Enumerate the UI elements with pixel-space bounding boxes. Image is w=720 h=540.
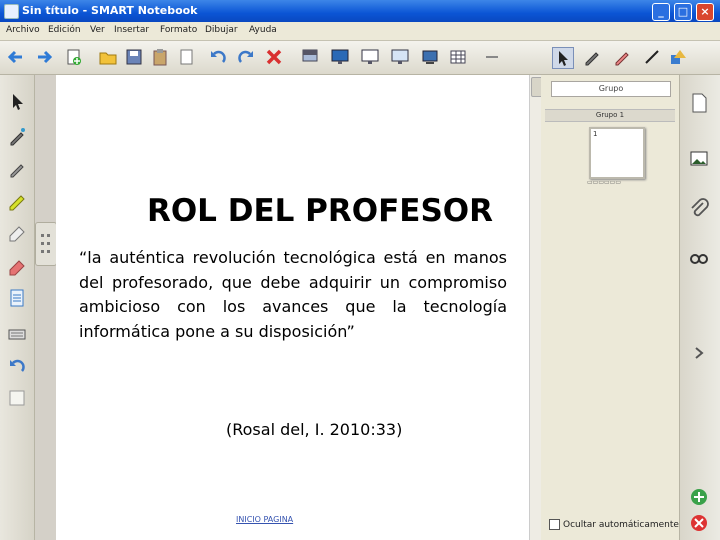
menu-ver[interactable]: Ver	[90, 25, 105, 35]
minimize-button[interactable]: _	[652, 3, 670, 21]
whiteboard-canvas[interactable]: ROL DEL PROFESOR “la auténtica revolució…	[56, 75, 529, 540]
keyboard-icon[interactable]	[6, 323, 28, 345]
group-header[interactable]: Grupo 1	[545, 109, 675, 122]
creative-pen-icon[interactable]	[6, 157, 28, 179]
select-icon[interactable]	[6, 91, 28, 113]
table-icon[interactable]	[448, 47, 468, 67]
menu-ayuda[interactable]: Ayuda	[249, 25, 277, 35]
open-icon[interactable]	[98, 47, 118, 67]
slide-quote: “la auténtica revolución tecnológica est…	[79, 248, 507, 341]
line-icon[interactable]	[642, 47, 662, 67]
collapse-arrow-icon[interactable]	[687, 341, 711, 365]
select-icon[interactable]	[552, 47, 574, 69]
left-tool-strip	[0, 75, 35, 540]
redo-icon[interactable]	[236, 47, 256, 67]
blank-icon[interactable]	[6, 387, 28, 409]
toolbar-arrow-icon[interactable]	[482, 47, 502, 67]
auto-hide-option[interactable]: Ocultar automáticamente	[549, 519, 679, 530]
capture-icon[interactable]	[390, 47, 410, 67]
screen-shade-icon[interactable]	[300, 47, 320, 67]
page-icon[interactable]	[176, 47, 196, 67]
delete-page-icon[interactable]	[687, 511, 711, 535]
menu-edicion[interactable]: Edición	[48, 25, 81, 35]
slide-title: ROL DEL PROFESOR	[146, 193, 494, 229]
display-icon[interactable]	[360, 47, 380, 67]
back-icon[interactable]	[6, 47, 26, 67]
add-page-icon[interactable]	[687, 485, 711, 509]
page-thumbnail[interactable]: 1	[589, 127, 645, 179]
page-number: 1	[593, 130, 598, 138]
sorter-dropdown[interactable]: Grupo	[551, 81, 671, 97]
creative-pen-icon[interactable]	[612, 47, 632, 67]
undo-icon[interactable]	[6, 355, 28, 377]
title-bar: Sin título - SMART Notebook _ □ ×	[0, 0, 720, 22]
menu-formato[interactable]: Formato	[160, 25, 197, 35]
menu-archivo[interactable]: Archivo	[6, 25, 40, 35]
page-icon[interactable]	[6, 287, 28, 309]
page-sorter-panel: Grupo Grupo 1 1 ▭▭▭▭▭▭ Ocultar automátic…	[541, 75, 679, 540]
paste-icon[interactable]	[150, 47, 170, 67]
auto-hide-checkbox[interactable]	[549, 519, 560, 530]
eraser-icon[interactable]	[6, 221, 28, 243]
shapes-icon[interactable]	[668, 47, 688, 67]
forward-icon[interactable]	[34, 47, 54, 67]
menu-dibujar[interactable]: Dibujar	[205, 25, 238, 35]
undo-icon[interactable]	[208, 47, 228, 67]
menu-insertar[interactable]: Insertar	[114, 25, 149, 35]
full-screen-icon[interactable]	[330, 47, 350, 67]
app-icon	[4, 4, 19, 19]
eraser-red-icon[interactable]	[6, 255, 28, 277]
toolbar-grip-handle[interactable]	[35, 222, 57, 266]
properties-icon[interactable]	[687, 247, 711, 271]
window-title: Sin título - SMART Notebook	[22, 4, 198, 17]
maximize-button[interactable]: □	[674, 3, 692, 21]
slide-citation: (Rosal del, I. 2010:33)	[226, 420, 403, 439]
page-sorter-icon[interactable]	[687, 91, 711, 115]
close-button[interactable]: ×	[696, 3, 714, 21]
highlighter-icon[interactable]	[6, 189, 28, 211]
save-icon[interactable]	[124, 47, 144, 67]
auto-hide-label: Ocultar automáticamente	[563, 520, 679, 530]
add-page-icon[interactable]	[64, 47, 84, 67]
pen-icon[interactable]	[582, 47, 602, 67]
document-camera-icon[interactable]	[420, 47, 440, 67]
home-page-link[interactable]: INICIO PAGINA	[236, 515, 293, 524]
main-toolbar	[0, 41, 720, 75]
thumbnail-caption: ▭▭▭▭▭▭	[587, 179, 622, 186]
attachments-icon[interactable]	[687, 197, 711, 221]
menu-bar: Archivo Edición Ver Insertar Formato Dib…	[0, 22, 720, 41]
magic-pen-icon[interactable]	[6, 125, 28, 147]
gallery-icon[interactable]	[687, 147, 711, 171]
side-tab-strip	[679, 75, 720, 540]
delete-icon[interactable]	[264, 47, 284, 67]
